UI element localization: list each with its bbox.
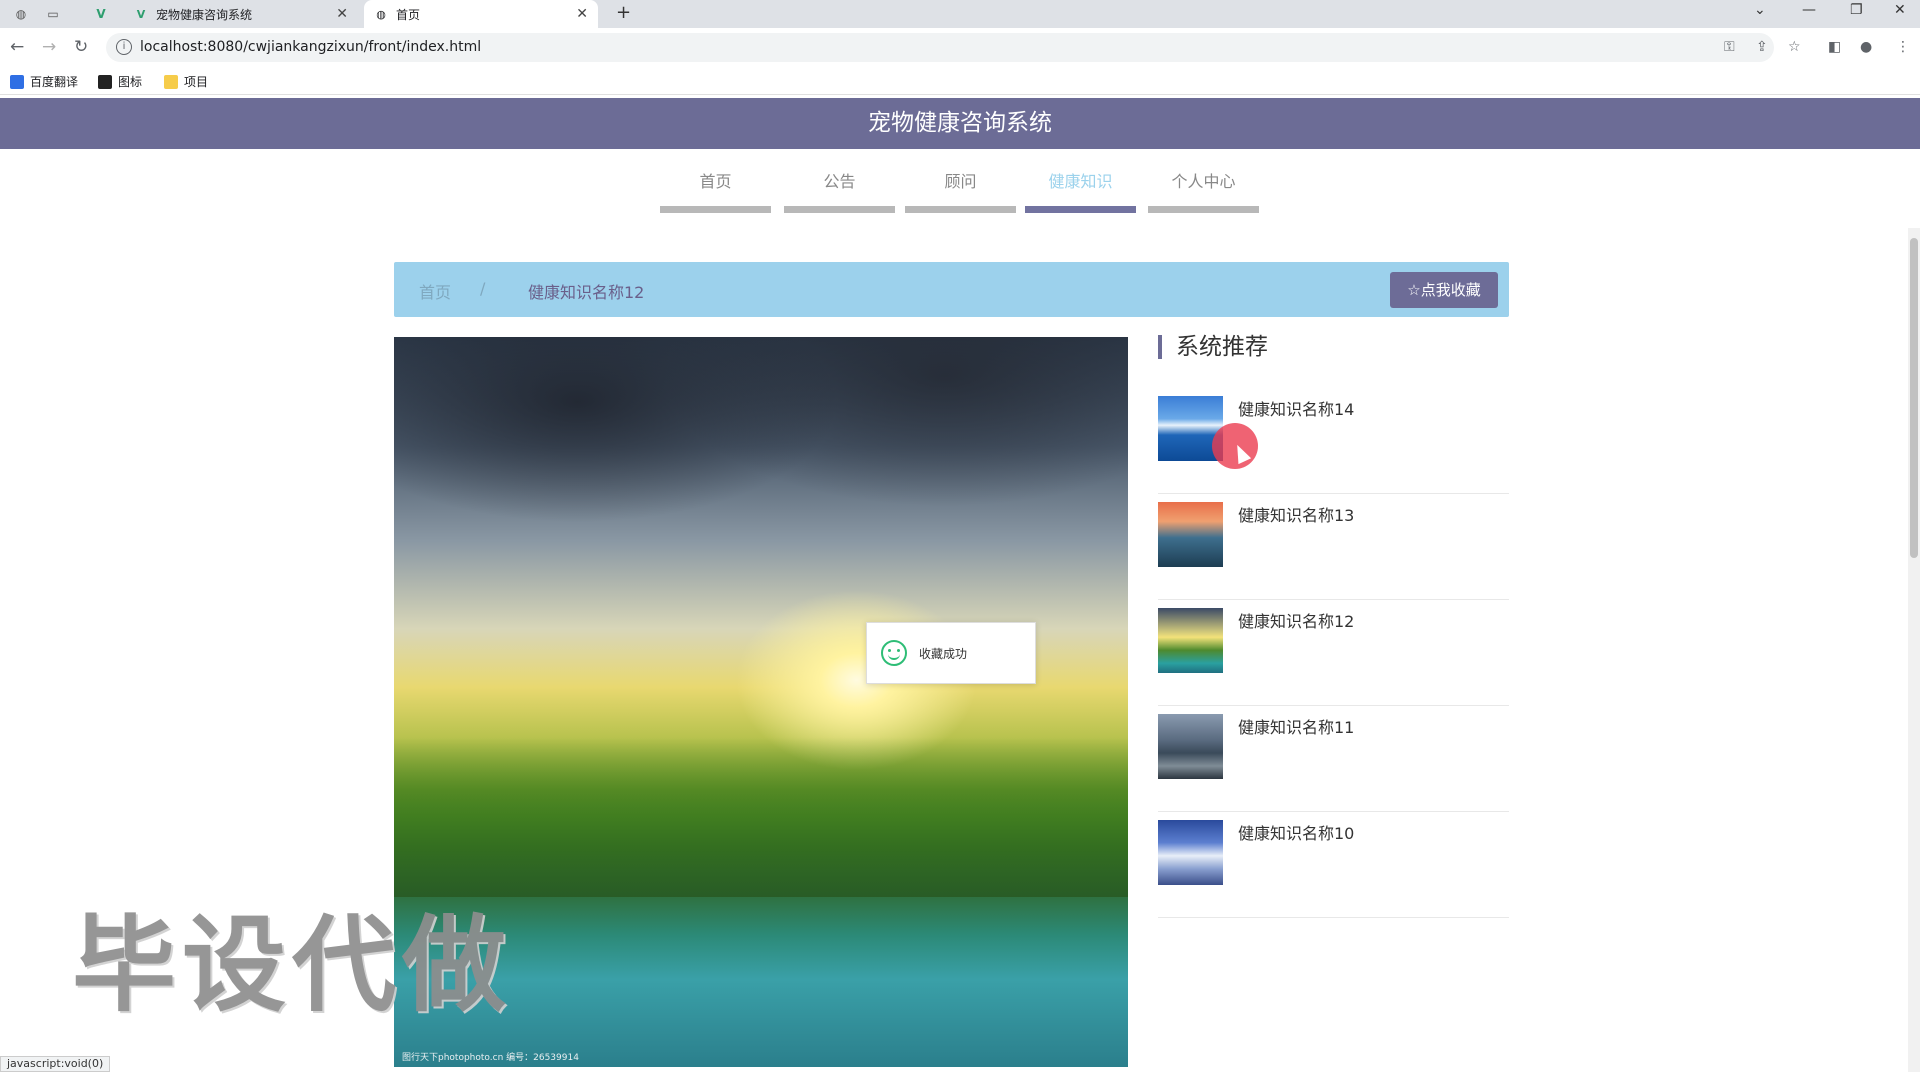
profile-icon[interactable]: ● bbox=[1860, 39, 1872, 55]
recommend-title[interactable]: 健康知识名称12 bbox=[1238, 608, 1354, 632]
tab-title: 宠物健康咨询系统 bbox=[156, 7, 253, 22]
nav-label: 健康知识 bbox=[1048, 172, 1113, 191]
nav-advisor[interactable]: 顾问 bbox=[905, 170, 1016, 213]
globe-icon[interactable]: ◍ bbox=[12, 5, 30, 23]
success-toast: 收藏成功 bbox=[866, 622, 1036, 684]
recommend-item[interactable]: 健康知识名称11 bbox=[1158, 706, 1509, 812]
bookmarks-bar: 百度翻译 图标 项目 bbox=[0, 67, 1920, 95]
nav-notice[interactable]: 公告 bbox=[784, 170, 895, 213]
nav-underline bbox=[1025, 206, 1136, 213]
recommend-title[interactable]: 健康知识名称13 bbox=[1238, 502, 1354, 526]
recommend-item[interactable]: 健康知识名称10 bbox=[1158, 812, 1509, 918]
nav-label: 顾问 bbox=[944, 172, 977, 191]
bookmark-label: 项目 bbox=[184, 75, 209, 89]
recommend-title[interactable]: 健康知识名称14 bbox=[1238, 396, 1354, 420]
nav-underline bbox=[1148, 206, 1259, 213]
vue-icon: V bbox=[136, 7, 146, 21]
toast-message: 收藏成功 bbox=[919, 647, 968, 661]
nav-underline bbox=[905, 206, 1016, 213]
favorite-button[interactable]: ☆点我收藏 bbox=[1390, 272, 1498, 308]
sidebar-title: 系统推荐 bbox=[1158, 335, 1268, 359]
close-icon[interactable]: ✕ bbox=[336, 6, 348, 22]
url-field[interactable]: i localhost:8080/cwjiankangzixun/front/i… bbox=[106, 33, 1774, 62]
recommend-thumbnail[interactable] bbox=[1158, 502, 1223, 567]
close-icon[interactable]: ✕ bbox=[576, 6, 588, 22]
nav-label: 首页 bbox=[699, 172, 732, 191]
back-icon[interactable]: ← bbox=[10, 37, 24, 57]
breadcrumb-home[interactable]: 首页 bbox=[419, 279, 451, 303]
minimize-icon[interactable]: — bbox=[1802, 2, 1816, 18]
info-icon[interactable]: i bbox=[116, 39, 132, 55]
watermark-text: 毕设代做 bbox=[72, 904, 513, 1026]
nav-home[interactable]: 首页 bbox=[660, 170, 771, 213]
bookmark-icons[interactable]: 图标 bbox=[98, 73, 142, 90]
new-tab-button[interactable]: + bbox=[616, 2, 631, 23]
browser-tab-bar: ◍ ▭ V V 宠物健康咨询系统 ✕ ◍ 首页 ✕ + ⌄ — ❐ ✕ bbox=[0, 0, 1920, 28]
breadcrumb-separator: / bbox=[480, 279, 486, 298]
recommend-thumbnail[interactable] bbox=[1158, 714, 1223, 779]
side-panel-icon[interactable]: ◧ bbox=[1828, 39, 1841, 55]
nav-health-knowledge[interactable]: 健康知识 bbox=[1025, 170, 1136, 213]
globe-icon: ◍ bbox=[376, 7, 386, 21]
recommend-item[interactable]: 健康知识名称14 bbox=[1158, 388, 1509, 494]
translate-icon bbox=[10, 74, 24, 89]
status-bar: javascript:void(0) bbox=[0, 1056, 111, 1072]
blank-tab-icon[interactable]: ▭ bbox=[44, 5, 62, 23]
smile-icon bbox=[881, 640, 907, 666]
site-title: 宠物健康咨询系统 bbox=[0, 98, 1920, 149]
breadcrumb: 首页 / 健康知识名称12 ☆点我收藏 bbox=[394, 262, 1509, 317]
image-hills bbox=[394, 737, 1128, 897]
nav-underline bbox=[660, 206, 771, 213]
image-clouds bbox=[394, 337, 1128, 597]
tab-system[interactable]: V 宠物健康咨询系统 ✕ bbox=[124, 0, 358, 28]
nav-personal-center[interactable]: 个人中心 bbox=[1148, 170, 1259, 213]
tab-title: 首页 bbox=[396, 7, 421, 22]
vue-icon[interactable]: V bbox=[92, 5, 110, 23]
forward-icon[interactable]: → bbox=[42, 37, 56, 57]
star-icon[interactable]: ☆ bbox=[1788, 39, 1801, 55]
recommend-thumbnail[interactable] bbox=[1158, 820, 1223, 885]
share-icon[interactable]: ⇪ bbox=[1756, 39, 1768, 55]
bookmark-label: 百度翻译 bbox=[30, 75, 79, 89]
image-icon bbox=[98, 74, 112, 89]
address-bar-row: ← → ↻ i localhost:8080/cwjiankangzixun/f… bbox=[0, 28, 1920, 67]
scrollbar-thumb[interactable] bbox=[1910, 238, 1918, 558]
recommend-item[interactable]: 健康知识名称13 bbox=[1158, 494, 1509, 600]
page-scrollbar[interactable] bbox=[1908, 228, 1920, 1072]
image-credit: 图行天下photophoto.cn 编号：26539914 bbox=[402, 1053, 579, 1063]
bookmark-label: 图标 bbox=[118, 75, 143, 89]
bookmark-project[interactable]: 项目 bbox=[164, 73, 208, 90]
reload-icon[interactable]: ↻ bbox=[74, 37, 88, 57]
recommend-thumbnail[interactable] bbox=[1158, 608, 1223, 673]
tab-home[interactable]: ◍ 首页 ✕ bbox=[364, 0, 598, 28]
nav-label: 公告 bbox=[823, 172, 856, 191]
recommend-title[interactable]: 健康知识名称10 bbox=[1238, 820, 1354, 844]
url-text: localhost:8080/cwjiankangzixun/front/ind… bbox=[140, 39, 482, 55]
breadcrumb-current: 健康知识名称12 bbox=[528, 283, 645, 302]
restore-icon[interactable]: ❐ bbox=[1850, 2, 1863, 18]
tab-search-icon[interactable]: ⌄ bbox=[1754, 2, 1766, 18]
recommend-title[interactable]: 健康知识名称11 bbox=[1238, 714, 1354, 738]
bookmark-baidu-translate[interactable]: 百度翻译 bbox=[10, 73, 78, 90]
recommend-item[interactable]: 健康知识名称12 bbox=[1158, 600, 1509, 706]
nav-label: 个人中心 bbox=[1171, 172, 1236, 191]
close-window-icon[interactable]: ✕ bbox=[1894, 2, 1906, 18]
folder-icon bbox=[164, 74, 178, 89]
menu-icon[interactable]: ⋮ bbox=[1896, 39, 1910, 55]
nav-underline bbox=[784, 206, 895, 213]
key-icon[interactable]: ⚿ bbox=[1724, 39, 1735, 55]
